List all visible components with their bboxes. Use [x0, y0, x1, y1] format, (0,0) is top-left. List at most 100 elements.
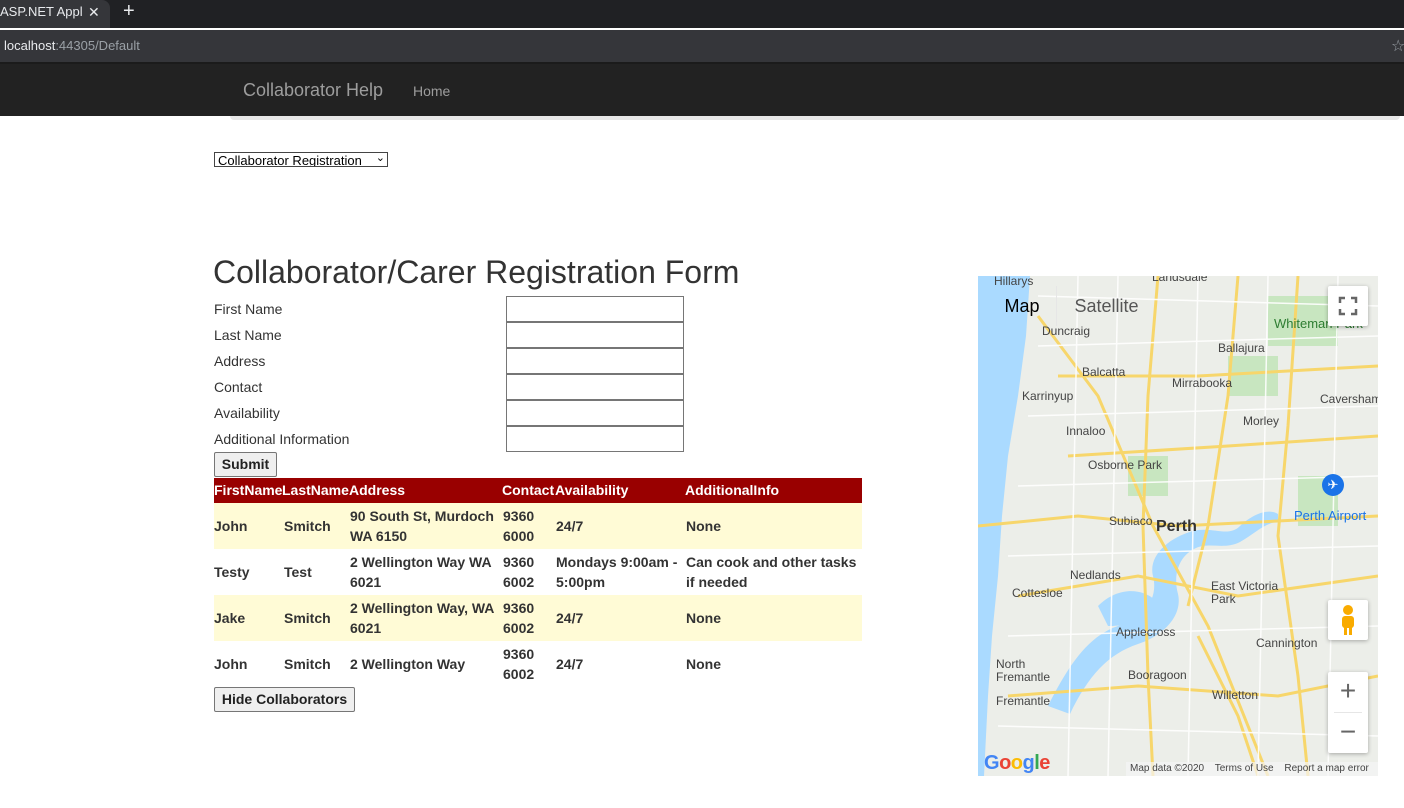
- zoom-out-button[interactable]: −: [1328, 713, 1368, 753]
- map-place-ballajura: Ballajura: [1218, 341, 1265, 355]
- map-type-map-button[interactable]: Map: [988, 286, 1056, 326]
- first-name-label: First Name: [214, 301, 283, 317]
- address-label: Address: [214, 353, 266, 369]
- map-place-subiaco: Subiaco: [1109, 514, 1153, 528]
- cell-firstname: John: [214, 656, 248, 672]
- airport-icon: ✈: [1322, 474, 1344, 496]
- tab-title: ASP.NET Applic: [0, 4, 82, 19]
- terms-of-use-link[interactable]: Terms of Use: [1215, 763, 1274, 774]
- cell-lastname: Smitch: [284, 656, 331, 672]
- page-select-value: Collaborator Registration: [218, 153, 362, 167]
- page-select[interactable]: Collaborator Registration ⌄: [214, 152, 388, 167]
- cell-address: 2 Wellington Way WA 6021: [350, 554, 492, 590]
- map-place-north-fremantle: North Fremantle: [996, 657, 1051, 684]
- cell-availability: Mondays 9:00am - 5:00pm: [556, 554, 678, 590]
- map-place-landsdale: Landsdale: [1152, 276, 1208, 284]
- fullscreen-icon: [1338, 296, 1358, 316]
- street-view-pegman[interactable]: [1328, 600, 1368, 640]
- report-map-error-link[interactable]: Report a map error: [1284, 763, 1368, 774]
- map-type-satellite-button[interactable]: Satellite: [1056, 286, 1156, 326]
- map-attribution: Map data ©2020 Terms of Use Report a map…: [1126, 762, 1378, 776]
- cell-lastname: Smitch: [284, 610, 331, 626]
- cell-availability: 24/7: [556, 518, 584, 534]
- cell-lastname: Test: [284, 564, 312, 580]
- cell-availability: 24/7: [556, 656, 584, 672]
- map-place-fremantle: Fremantle: [996, 694, 1051, 708]
- zoom-in-button[interactable]: +: [1328, 672, 1368, 712]
- cell-contact: 9360 6002: [503, 600, 535, 636]
- navbar-brand[interactable]: Collaborator Help: [243, 80, 383, 101]
- grid-header-availability: Availability: [555, 482, 629, 498]
- table-row: Jake Smitch 2 Wellington Way, WA 6021 93…: [214, 595, 862, 641]
- cell-contact: 9360 6000: [503, 508, 535, 544]
- map-place-cottesloe: Cottesloe: [1012, 586, 1063, 600]
- grid-header-lastname: LastName: [282, 482, 349, 498]
- map-place-karrinyup: Karrinyup: [1022, 389, 1074, 403]
- url-text[interactable]: localhost:44305/Default: [4, 38, 140, 53]
- cell-firstname: Testy: [214, 564, 250, 580]
- fullscreen-button[interactable]: [1328, 286, 1368, 326]
- browser-tab[interactable]: ASP.NET Applic ✕: [0, 0, 110, 28]
- first-name-input[interactable]: [506, 296, 684, 322]
- map-place-perth-airport: Perth Airport: [1294, 508, 1367, 523]
- url-host: localhost: [4, 38, 56, 53]
- navbar-shadow: [230, 116, 1400, 120]
- cell-firstname: Jake: [214, 610, 246, 626]
- map-place-caversham: Caversham: [1320, 392, 1378, 406]
- google-logo[interactable]: Google: [984, 752, 1050, 775]
- map-place-innaloo: Innaloo: [1066, 424, 1106, 438]
- table-row: John Smitch 90 South St, Murdoch WA 6150…: [214, 503, 862, 549]
- contact-label: Contact: [214, 379, 263, 395]
- availability-input[interactable]: [506, 400, 684, 426]
- chevron-down-icon: ⌄: [375, 152, 385, 164]
- map-place-nedlands: Nedlands: [1070, 568, 1121, 582]
- cell-additionalinfo: None: [686, 656, 721, 672]
- grid-header-address: Address: [349, 482, 406, 498]
- submit-button[interactable]: Submit: [214, 452, 277, 477]
- cell-lastname: Smitch: [284, 518, 331, 534]
- new-tab-icon[interactable]: +: [123, 0, 135, 22]
- map-place-morley: Morley: [1243, 414, 1280, 428]
- availability-label: Availability: [214, 405, 280, 421]
- map-place-booragoon: Booragoon: [1128, 668, 1187, 682]
- map-place-balcatta: Balcatta: [1082, 365, 1126, 379]
- address-bar[interactable]: localhost:44305/Default ☆: [0, 30, 1404, 62]
- close-icon[interactable]: ✕: [88, 0, 100, 24]
- cell-address: 2 Wellington Way, WA 6021: [350, 600, 494, 636]
- map-data-text: Map data ©2020: [1130, 763, 1205, 774]
- address-input[interactable]: [506, 348, 684, 374]
- map-place-applecross: Applecross: [1116, 625, 1176, 639]
- grid-header-firstname: FirstName: [214, 482, 283, 498]
- cell-address: 90 South St, Murdoch WA 6150: [350, 508, 494, 544]
- map-place-duncraig: Duncraig: [1042, 324, 1091, 338]
- map-place-cannington: Cannington: [1256, 636, 1318, 650]
- grid-header-contact: Contact: [502, 482, 555, 498]
- cell-address: 2 Wellington Way: [350, 656, 466, 672]
- map-place-osborne-park: Osborne Park: [1088, 458, 1163, 472]
- cell-firstname: John: [214, 518, 248, 534]
- contact-input[interactable]: [506, 374, 684, 400]
- last-name-input[interactable]: [506, 322, 684, 348]
- cell-additionalinfo: None: [686, 518, 721, 534]
- hide-collaborators-button[interactable]: Hide Collaborators: [214, 687, 355, 712]
- additional-info-input[interactable]: [506, 426, 684, 452]
- cell-additionalinfo: None: [686, 610, 721, 626]
- table-row: John Smitch 2 Wellington Way 9360 6002 2…: [214, 641, 862, 687]
- map-place-east-victoria-park: East Victoria Park: [1211, 579, 1279, 606]
- additional-info-label: Additional Information: [214, 431, 350, 447]
- cell-additionalinfo: Can cook and other tasks if needed: [686, 554, 857, 590]
- map-place-willetton: Willetton: [1212, 688, 1259, 702]
- map-place-mirrabooka: Mirrabooka: [1172, 376, 1233, 390]
- map-place-perth: Perth: [1156, 518, 1197, 535]
- last-name-label: Last Name: [214, 327, 282, 343]
- google-map[interactable]: Hillarys Landsdale Duncraig Whiteman Par…: [978, 276, 1378, 776]
- pegman-icon: [1342, 605, 1354, 635]
- cell-availability: 24/7: [556, 610, 584, 626]
- url-path: :44305/Default: [55, 38, 140, 53]
- cell-contact: 9360 6002: [503, 554, 535, 590]
- browser-tab-bar: ASP.NET Applic ✕ +: [0, 0, 1404, 28]
- bookmark-star-icon[interactable]: ☆: [1391, 36, 1404, 56]
- navbar: Collaborator Help Home: [0, 62, 1404, 116]
- nav-home-link[interactable]: Home: [413, 83, 450, 99]
- cell-contact: 9360 6002: [503, 646, 535, 682]
